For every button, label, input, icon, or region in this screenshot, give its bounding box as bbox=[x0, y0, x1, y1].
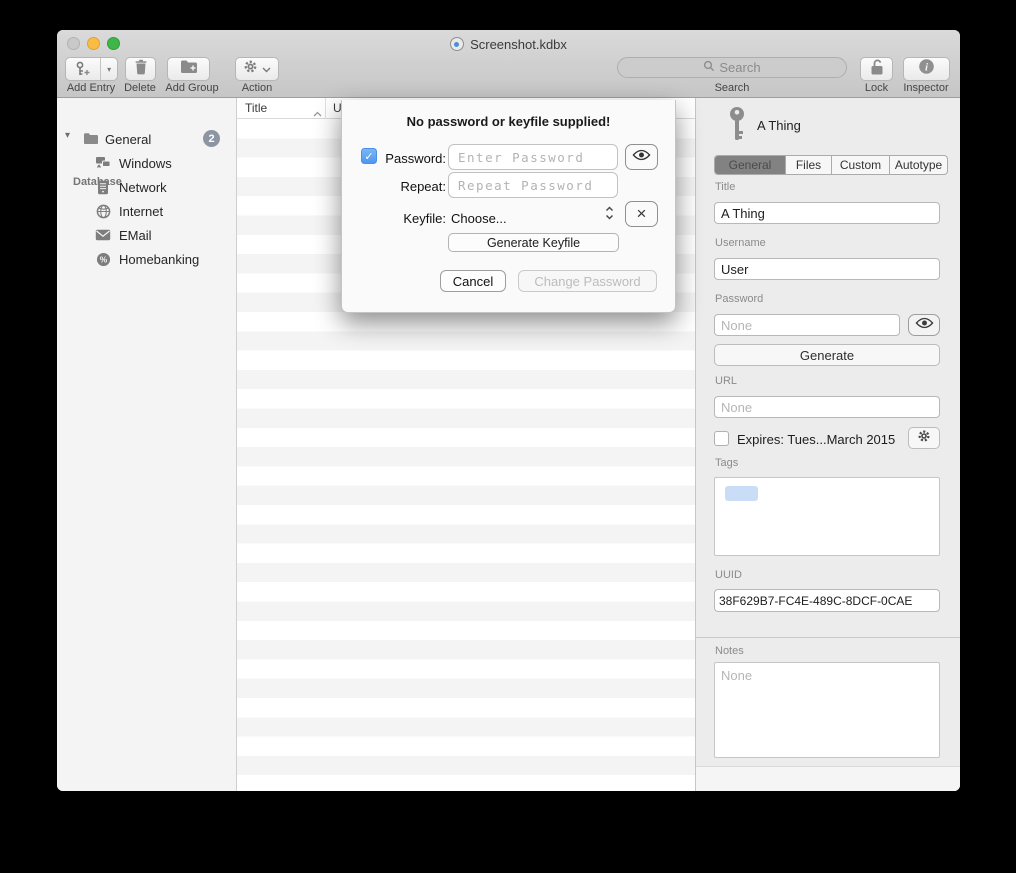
disclosure-triangle-icon[interactable]: ▾ bbox=[65, 130, 70, 141]
add-entry-label: Add Entry bbox=[59, 82, 123, 95]
window-title: Screenshot.kdbx bbox=[470, 37, 567, 52]
gear-icon bbox=[917, 429, 931, 448]
sidebar-item-label: EMail bbox=[119, 228, 152, 243]
password-field[interactable] bbox=[714, 314, 900, 336]
notes-field[interactable] bbox=[714, 662, 940, 758]
clear-keyfile-button[interactable]: × bbox=[625, 201, 658, 227]
generate-keyfile-button[interactable]: Generate Keyfile bbox=[448, 233, 619, 252]
tab-autotype[interactable]: Autotype bbox=[889, 156, 947, 174]
tab-custom[interactable]: Custom bbox=[831, 156, 889, 174]
tags-label: Tags bbox=[715, 457, 738, 469]
uuid-field[interactable] bbox=[714, 589, 940, 612]
entry-title: A Thing bbox=[757, 118, 801, 133]
tags-field[interactable] bbox=[714, 477, 940, 556]
server-icon bbox=[95, 179, 111, 195]
search-icon bbox=[703, 60, 715, 75]
trash-icon bbox=[134, 59, 148, 80]
inspector-button[interactable]: i bbox=[903, 57, 950, 81]
column-divider[interactable] bbox=[325, 98, 326, 119]
sidebar-item-label: Network bbox=[119, 180, 167, 195]
search-input[interactable]: Search bbox=[617, 57, 847, 78]
sidebar-item-label: Homebanking bbox=[119, 252, 199, 267]
url-field[interactable] bbox=[714, 396, 940, 418]
globe-icon bbox=[95, 203, 111, 219]
tab-files[interactable]: Files bbox=[785, 156, 831, 174]
expires-label: Expires: Tues...March 2015 bbox=[737, 432, 895, 447]
window-header: Screenshot.kdbx ▾ bbox=[57, 30, 960, 98]
entry-count-badge: 2 bbox=[203, 130, 220, 147]
sidebar-item-homebanking[interactable]: % Homebanking bbox=[57, 250, 237, 268]
cancel-button[interactable]: Cancel bbox=[440, 270, 506, 292]
expires-checkbox[interactable] bbox=[714, 431, 729, 446]
folder-plus-icon bbox=[180, 59, 198, 79]
notes-label: Notes bbox=[715, 645, 744, 657]
percent-icon: % bbox=[95, 251, 111, 267]
add-entry-dropdown-arrow-icon[interactable]: ▾ bbox=[100, 58, 117, 80]
keyfile-popup[interactable]: Choose... bbox=[451, 211, 507, 226]
url-label: URL bbox=[715, 375, 737, 387]
document-proxy-icon[interactable] bbox=[450, 37, 464, 51]
eye-icon bbox=[915, 316, 934, 334]
keyfile-label: Keyfile: bbox=[342, 211, 446, 226]
change-password-button[interactable]: Change Password bbox=[518, 270, 657, 292]
envelope-icon bbox=[95, 227, 111, 243]
password-label: Password bbox=[715, 293, 763, 305]
sidebar-item-label: Internet bbox=[119, 204, 163, 219]
notes-divider bbox=[696, 637, 960, 638]
sidebar-item-email[interactable]: EMail bbox=[57, 226, 237, 244]
inspector-label: Inspector bbox=[891, 82, 960, 95]
show-password-button[interactable] bbox=[908, 314, 940, 336]
chevron-down-icon bbox=[262, 60, 271, 78]
tag-token[interactable] bbox=[725, 486, 758, 501]
delete-button[interactable] bbox=[125, 57, 156, 81]
action-button[interactable] bbox=[235, 57, 279, 81]
delete-label: Delete bbox=[118, 82, 162, 95]
gear-icon bbox=[243, 59, 258, 79]
info-icon: i bbox=[918, 58, 935, 80]
sidebar-item-label: General bbox=[105, 132, 151, 147]
add-group-button[interactable] bbox=[167, 57, 210, 81]
sidebar-item-internet[interactable]: Internet bbox=[57, 202, 237, 220]
folder-icon bbox=[83, 132, 99, 148]
tab-general[interactable]: General bbox=[715, 156, 785, 174]
svg-text:%: % bbox=[99, 254, 107, 264]
repeat-label: Repeat: bbox=[342, 179, 446, 194]
add-entry-button[interactable]: ▾ bbox=[65, 57, 118, 81]
panel-footer bbox=[696, 766, 960, 791]
app-window: Screenshot.kdbx ▾ bbox=[57, 30, 960, 791]
sidebar-item-label: Windows bbox=[119, 156, 172, 171]
key-plus-icon bbox=[66, 58, 100, 80]
username-label: Username bbox=[715, 237, 766, 249]
popup-stepper-icon[interactable] bbox=[605, 205, 614, 226]
sidebar-item-windows[interactable]: Windows bbox=[57, 154, 237, 172]
sidebar-item-network[interactable]: Network bbox=[57, 178, 237, 196]
dialog-message: No password or keyfile supplied! bbox=[342, 114, 675, 129]
workgroup-icon bbox=[95, 155, 111, 171]
password-sheet-dialog: No password or keyfile supplied! ✓ Passw… bbox=[341, 100, 676, 313]
search-label: Search bbox=[702, 82, 762, 95]
sidebar-item-general[interactable]: ▾ General 2 bbox=[57, 130, 237, 148]
search-placeholder: Search bbox=[719, 60, 760, 75]
action-label: Action bbox=[228, 82, 286, 95]
unlocked-padlock-icon bbox=[869, 58, 885, 81]
dialog-password-label: Password: bbox=[342, 151, 446, 166]
expires-settings-button[interactable] bbox=[908, 427, 940, 449]
eye-icon bbox=[632, 148, 651, 166]
lock-button[interactable] bbox=[860, 57, 893, 81]
inspector-tabs: General Files Custom Autotype bbox=[714, 155, 948, 175]
username-field[interactable] bbox=[714, 258, 940, 280]
enter-password-field[interactable] bbox=[448, 144, 618, 170]
title-label: Title bbox=[715, 181, 735, 193]
title-field[interactable] bbox=[714, 202, 940, 224]
repeat-password-field[interactable] bbox=[448, 172, 618, 198]
add-group-label: Add Group bbox=[163, 82, 221, 95]
titlebar: Screenshot.kdbx bbox=[57, 35, 960, 53]
uuid-label: UUID bbox=[715, 569, 742, 581]
column-header-title[interactable]: Title bbox=[245, 101, 267, 115]
show-password-button[interactable] bbox=[625, 144, 658, 170]
generate-password-button[interactable]: Generate bbox=[714, 344, 940, 366]
key-icon bbox=[726, 106, 748, 149]
